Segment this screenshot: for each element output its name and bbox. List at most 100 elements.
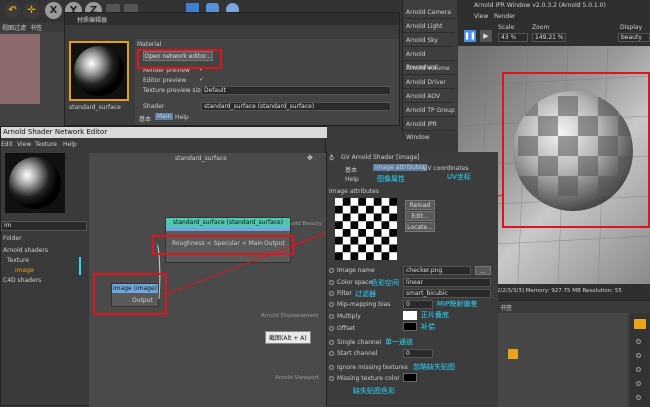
ne-menu-view[interactable]: View: [17, 141, 31, 148]
attr-icon: ♁: [329, 154, 335, 162]
ne-tree-image[interactable]: image: [15, 267, 34, 274]
attr-row-start-channel-dot[interactable]: [329, 351, 334, 356]
attr-browse-button[interactable]: ...: [475, 266, 491, 275]
attr-row-offset-dot[interactable]: [329, 326, 334, 331]
attr-row-color-space-label: Color space: [337, 279, 373, 286]
annot-image-attrs: 图像属性: [377, 175, 405, 183]
menu-arnold-ipr[interactable]: Arnold IPR Window: [403, 118, 455, 141]
tab-basic[interactable]: 基本: [139, 114, 151, 123]
attr-row-image-name-dot[interactable]: [329, 268, 334, 273]
attr-tab-basic[interactable]: 基本: [345, 165, 357, 174]
material-name: standard_surface: [69, 104, 121, 111]
annotation-open-network: [137, 49, 222, 69]
editor-preview-label: Editor preview: [143, 77, 187, 84]
tab-main[interactable]: Main: [155, 113, 174, 120]
ipr-zoom-field[interactable]: 149.21 %: [532, 33, 566, 42]
annotation-image-node: [93, 273, 167, 315]
ipr-display-field[interactable]: beauty: [618, 33, 650, 42]
ne-list-header: Folder: [3, 235, 22, 242]
bottom-right-label: 书签: [500, 305, 513, 312]
shader-label: Shader: [143, 103, 165, 110]
left-menu: 视图 过滤 书签: [0, 22, 64, 32]
attr-row-image-name-label: Image name: [337, 267, 375, 274]
attr-mip-field[interactable]: 0: [403, 300, 433, 309]
ipr-pause-button[interactable]: ❚❚: [464, 30, 476, 42]
attr-tab-image[interactable]: Image attributes: [373, 164, 427, 171]
attr-row-mip-dot[interactable]: [329, 302, 334, 307]
attr-missing-color-swatch[interactable]: [403, 373, 417, 382]
attr-row-multiply-dot[interactable]: [329, 314, 334, 319]
tab-help[interactable]: Help: [175, 114, 189, 121]
x-axis-icon[interactable]: X: [45, 2, 62, 19]
attr-row-ignore-missing-dot[interactable]: [329, 365, 334, 370]
attr-offset-swatch[interactable]: [403, 322, 417, 331]
editor-preview-check[interactable]: ✓: [199, 76, 204, 83]
ne-canvas-title: standard_surface: [175, 155, 227, 162]
ipr-menu-render[interactable]: Render: [494, 13, 515, 20]
bottom-right-dot-1[interactable]: [636, 339, 641, 344]
attr-color-space-select[interactable]: linear: [403, 278, 491, 287]
ipr-zoom-label: Zoom: [532, 24, 550, 31]
annot-color-space: 色彩空间: [371, 279, 399, 287]
attr-filter-select[interactable]: smart_bicubic: [403, 289, 491, 298]
attr-row-start-channel-label: Start channel: [337, 350, 378, 357]
ne-tree-c4d-shaders[interactable]: C4D shaders: [3, 277, 41, 284]
material-editor-window: 材质编辑器 standard_surface Material Open net…: [64, 12, 400, 126]
annot-single-channel: 单一通道: [385, 338, 413, 346]
attr-edit-button[interactable]: Edit...: [405, 211, 435, 221]
ipr-scale-field[interactable]: 43 %: [498, 33, 528, 42]
attr-reload-button[interactable]: Reload: [405, 200, 435, 210]
ne-menu-edit[interactable]: Edit: [1, 141, 13, 148]
material-preview[interactable]: [69, 41, 129, 101]
texture-preview-size-label: Texture preview size: [143, 87, 205, 94]
menu-arnold-driver[interactable]: Arnold Driver: [403, 76, 455, 89]
attr-row-offset-label: Offset: [337, 325, 356, 332]
attr-tab-uv[interactable]: UV coordinates: [423, 165, 469, 172]
menu-arnold-aov[interactable]: Arnold AOV: [403, 90, 455, 103]
network-editor-title: Arnold Shader Network Editor: [3, 128, 108, 136]
undo-icon[interactable]: ↶: [4, 2, 21, 19]
menu-arnold-sky[interactable]: Arnold Sky: [403, 34, 455, 47]
attr-image-name-field[interactable]: checker.png: [403, 266, 471, 275]
ipr-menu-view[interactable]: View: [474, 13, 488, 20]
ipr-play-button[interactable]: ▶: [480, 30, 492, 42]
menu-arnold-procedural[interactable]: Arnold Procedural: [403, 48, 455, 71]
left-menu-filter[interactable]: 过滤: [14, 23, 26, 32]
arnold-menu: Arnold Camera Arnold Light Arnold Sky Ar…: [402, 0, 457, 141]
attr-row-color-space-dot[interactable]: [329, 280, 334, 285]
annot-uv: UV坐标: [447, 173, 471, 181]
attr-start-channel-field[interactable]: 0: [403, 349, 433, 358]
attr-row-missing-color-dot[interactable]: [329, 376, 334, 381]
annot-ignore-missing: 忽略缺失贴图: [413, 363, 455, 371]
attr-tab-help[interactable]: Help: [345, 176, 359, 183]
ne-tree-arnold-shaders[interactable]: Arnold shaders: [3, 247, 48, 254]
menu-arnold-camera[interactable]: Arnold Camera: [403, 6, 455, 19]
bottom-right-dot-5[interactable]: [636, 395, 641, 400]
annot-mip: MIP映射偏差: [437, 300, 478, 308]
left-menu-view[interactable]: 视图: [2, 23, 14, 32]
ne-search-input[interactable]: im: [1, 221, 87, 231]
move-icon[interactable]: ✛: [23, 2, 40, 19]
menu-arnold-tp-group[interactable]: Arnold TP Group: [403, 104, 455, 117]
attr-row-single-channel-dot[interactable]: [329, 340, 334, 345]
bottom-right-dot-2[interactable]: [636, 353, 641, 358]
attr-row-filter-dot[interactable]: [329, 291, 334, 296]
bottom-right-timeline-marker: [508, 349, 518, 359]
attr-row-ignore-missing-label: Ignore missing textures: [337, 364, 408, 371]
attr-multiply-swatch[interactable]: [403, 311, 417, 320]
menu-arnold-light[interactable]: Arnold Light: [403, 20, 455, 33]
left-menu-bookmark[interactable]: 书签: [30, 23, 42, 32]
menu-arnold-volume[interactable]: Arnold Volume: [403, 62, 455, 75]
shader-select[interactable]: standard_surface (standard_surface): [201, 102, 391, 111]
ne-menu-texture[interactable]: Texture: [35, 141, 57, 148]
ne-menu-help[interactable]: Help: [63, 141, 77, 148]
bottom-right-thumb-icon[interactable]: [634, 319, 646, 329]
attr-locate-button[interactable]: Locate...: [405, 222, 435, 232]
annot-missing-color: 缺失贴图色彩: [353, 387, 395, 395]
ne-tree-texture[interactable]: Texture: [7, 257, 29, 264]
material-tabs: 基本 Main Help: [135, 113, 255, 123]
bottom-right-dot-4[interactable]: [636, 381, 641, 386]
bottom-right-dot-3[interactable]: [636, 367, 641, 372]
ne-canvas-move-icon[interactable]: ✥: [307, 154, 315, 162]
texture-preview-size-select[interactable]: Default: [201, 86, 391, 95]
